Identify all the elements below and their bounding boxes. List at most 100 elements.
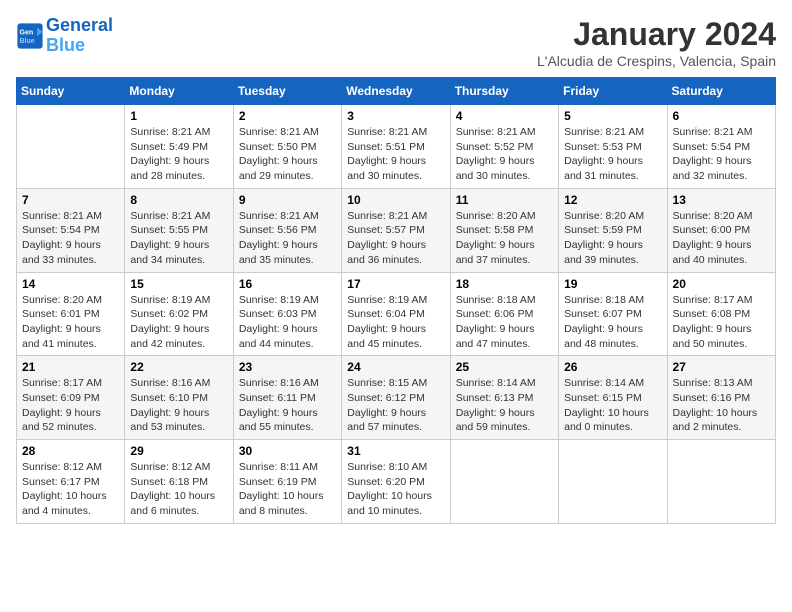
calendar-cell: 17 Sunrise: 8:19 AM Sunset: 6:04 PM Dayli… (342, 272, 450, 356)
calendar-cell: 2Sunrise: 8:21 AM Sunset: 5:50 PM Daylig… (233, 105, 341, 189)
day-info: Sunrise: 8:18 AM Sunset: 6:07 PM Dayligh… (564, 293, 661, 352)
day-info: Sunrise: 8:21 AM Sunset: 5:54 PM Dayligh… (22, 209, 119, 268)
logo-text: GeneralBlue (46, 16, 113, 56)
day-info: Sunrise: 8:20 AM Sunset: 6:01 PM Dayligh… (22, 293, 119, 352)
day-number: 3 (347, 109, 444, 123)
calendar-cell (559, 440, 667, 524)
calendar-cell: 28 Sunrise: 8:12 AM Sunset: 6:17 PM Dayli… (17, 440, 125, 524)
col-header-sunday: Sunday (17, 78, 125, 105)
day-number: 22 (130, 360, 227, 374)
calendar-cell: 1 Sunrise: 8:21 AM Sunset: 5:49 PM Daylig… (125, 105, 233, 189)
day-info: Sunrise: 8:17 AM Sunset: 6:08 PM Dayligh… (673, 293, 770, 352)
day-number: 20 (673, 277, 770, 291)
day-number: 4 (456, 109, 553, 123)
day-number: 9 (239, 193, 336, 207)
calendar-cell: 31Sunrise: 8:10 AM Sunset: 6:20 PM Dayli… (342, 440, 450, 524)
day-number: 23 (239, 360, 336, 374)
calendar-cell: 7 Sunrise: 8:21 AM Sunset: 5:54 PM Daylig… (17, 188, 125, 272)
calendar-cell: 18Sunrise: 8:18 AM Sunset: 6:06 PM Dayli… (450, 272, 558, 356)
location-title: L'Alcudia de Crespins, Valencia, Spain (537, 53, 776, 69)
calendar-week-2: 7 Sunrise: 8:21 AM Sunset: 5:54 PM Daylig… (17, 188, 776, 272)
day-info: Sunrise: 8:21 AM Sunset: 5:54 PM Dayligh… (673, 125, 770, 184)
calendar-cell: 6 Sunrise: 8:21 AM Sunset: 5:54 PM Daylig… (667, 105, 775, 189)
day-number: 30 (239, 444, 336, 458)
day-number: 14 (22, 277, 119, 291)
calendar-table: SundayMondayTuesdayWednesdayThursdayFrid… (16, 77, 776, 524)
day-info: Sunrise: 8:21 AM Sunset: 5:57 PM Dayligh… (347, 209, 444, 268)
day-info: Sunrise: 8:21 AM Sunset: 5:49 PM Dayligh… (130, 125, 227, 184)
calendar-cell: 23 Sunrise: 8:16 AM Sunset: 6:11 PM Dayli… (233, 356, 341, 440)
calendar-cell (17, 105, 125, 189)
svg-text:Gen: Gen (20, 29, 34, 36)
day-number: 12 (564, 193, 661, 207)
calendar-cell (450, 440, 558, 524)
day-number: 2 (239, 109, 336, 123)
calendar-cell: 13 Sunrise: 8:20 AM Sunset: 6:00 PM Dayli… (667, 188, 775, 272)
day-number: 5 (564, 109, 661, 123)
day-info: Sunrise: 8:14 AM Sunset: 6:13 PM Dayligh… (456, 376, 553, 435)
calendar-cell: 15 Sunrise: 8:19 AM Sunset: 6:02 PM Dayli… (125, 272, 233, 356)
col-header-wednesday: Wednesday (342, 78, 450, 105)
day-info: Sunrise: 8:11 AM Sunset: 6:19 PM Dayligh… (239, 460, 336, 519)
calendar-cell: 4Sunrise: 8:21 AM Sunset: 5:52 PM Daylig… (450, 105, 558, 189)
day-info: Sunrise: 8:19 AM Sunset: 6:04 PM Dayligh… (347, 293, 444, 352)
calendar-week-4: 21 Sunrise: 8:17 AM Sunset: 6:09 PM Dayli… (17, 356, 776, 440)
calendar-cell: 24 Sunrise: 8:15 AM Sunset: 6:12 PM Dayli… (342, 356, 450, 440)
calendar-cell: 21 Sunrise: 8:17 AM Sunset: 6:09 PM Dayli… (17, 356, 125, 440)
logo-icon: Gen Blue (16, 22, 44, 50)
day-info: Sunrise: 8:20 AM Sunset: 5:59 PM Dayligh… (564, 209, 661, 268)
day-number: 10 (347, 193, 444, 207)
calendar-cell: 22 Sunrise: 8:16 AM Sunset: 6:10 PM Dayli… (125, 356, 233, 440)
calendar-week-5: 28 Sunrise: 8:12 AM Sunset: 6:17 PM Dayli… (17, 440, 776, 524)
day-info: Sunrise: 8:14 AM Sunset: 6:15 PM Dayligh… (564, 376, 661, 435)
day-number: 26 (564, 360, 661, 374)
day-info: Sunrise: 8:21 AM Sunset: 5:56 PM Dayligh… (239, 209, 336, 268)
day-info: Sunrise: 8:18 AM Sunset: 6:06 PM Dayligh… (456, 293, 553, 352)
calendar-cell: 27 Sunrise: 8:13 AM Sunset: 6:16 PM Dayli… (667, 356, 775, 440)
day-info: Sunrise: 8:15 AM Sunset: 6:12 PM Dayligh… (347, 376, 444, 435)
day-info: Sunrise: 8:16 AM Sunset: 6:10 PM Dayligh… (130, 376, 227, 435)
col-header-monday: Monday (125, 78, 233, 105)
calendar-cell: 20 Sunrise: 8:17 AM Sunset: 6:08 PM Dayli… (667, 272, 775, 356)
day-number: 16 (239, 277, 336, 291)
page-header: Gen Blue GeneralBlue January 2024 L'Alcu… (16, 16, 776, 69)
calendar-cell: 14 Sunrise: 8:20 AM Sunset: 6:01 PM Dayli… (17, 272, 125, 356)
calendar-cell: 5 Sunrise: 8:21 AM Sunset: 5:53 PM Daylig… (559, 105, 667, 189)
day-number: 29 (130, 444, 227, 458)
day-number: 13 (673, 193, 770, 207)
day-info: Sunrise: 8:20 AM Sunset: 5:58 PM Dayligh… (456, 209, 553, 268)
day-number: 8 (130, 193, 227, 207)
day-info: Sunrise: 8:21 AM Sunset: 5:51 PM Dayligh… (347, 125, 444, 184)
calendar-week-1: 1 Sunrise: 8:21 AM Sunset: 5:49 PM Daylig… (17, 105, 776, 189)
day-info: Sunrise: 8:17 AM Sunset: 6:09 PM Dayligh… (22, 376, 119, 435)
day-number: 21 (22, 360, 119, 374)
day-info: Sunrise: 8:21 AM Sunset: 5:53 PM Dayligh… (564, 125, 661, 184)
day-number: 25 (456, 360, 553, 374)
calendar-cell: 25 Sunrise: 8:14 AM Sunset: 6:13 PM Dayli… (450, 356, 558, 440)
day-number: 15 (130, 277, 227, 291)
title-block: January 2024 L'Alcudia de Crespins, Vale… (537, 16, 776, 69)
day-info: Sunrise: 8:20 AM Sunset: 6:00 PM Dayligh… (673, 209, 770, 268)
calendar-cell: 3 Sunrise: 8:21 AM Sunset: 5:51 PM Daylig… (342, 105, 450, 189)
day-info: Sunrise: 8:19 AM Sunset: 6:02 PM Dayligh… (130, 293, 227, 352)
col-header-saturday: Saturday (667, 78, 775, 105)
svg-text:Blue: Blue (20, 38, 35, 45)
day-number: 6 (673, 109, 770, 123)
day-number: 31 (347, 444, 444, 458)
day-info: Sunrise: 8:13 AM Sunset: 6:16 PM Dayligh… (673, 376, 770, 435)
day-number: 7 (22, 193, 119, 207)
calendar-cell: 12 Sunrise: 8:20 AM Sunset: 5:59 PM Dayli… (559, 188, 667, 272)
calendar-cell: 11Sunrise: 8:20 AM Sunset: 5:58 PM Dayli… (450, 188, 558, 272)
day-number: 17 (347, 277, 444, 291)
day-number: 24 (347, 360, 444, 374)
day-number: 19 (564, 277, 661, 291)
day-info: Sunrise: 8:12 AM Sunset: 6:17 PM Dayligh… (22, 460, 119, 519)
col-header-friday: Friday (559, 78, 667, 105)
calendar-cell: 29Sunrise: 8:12 AM Sunset: 6:18 PM Dayli… (125, 440, 233, 524)
day-info: Sunrise: 8:16 AM Sunset: 6:11 PM Dayligh… (239, 376, 336, 435)
day-number: 27 (673, 360, 770, 374)
day-number: 1 (130, 109, 227, 123)
calendar-week-3: 14 Sunrise: 8:20 AM Sunset: 6:01 PM Dayli… (17, 272, 776, 356)
calendar-cell: 10 Sunrise: 8:21 AM Sunset: 5:57 PM Dayli… (342, 188, 450, 272)
day-number: 28 (22, 444, 119, 458)
